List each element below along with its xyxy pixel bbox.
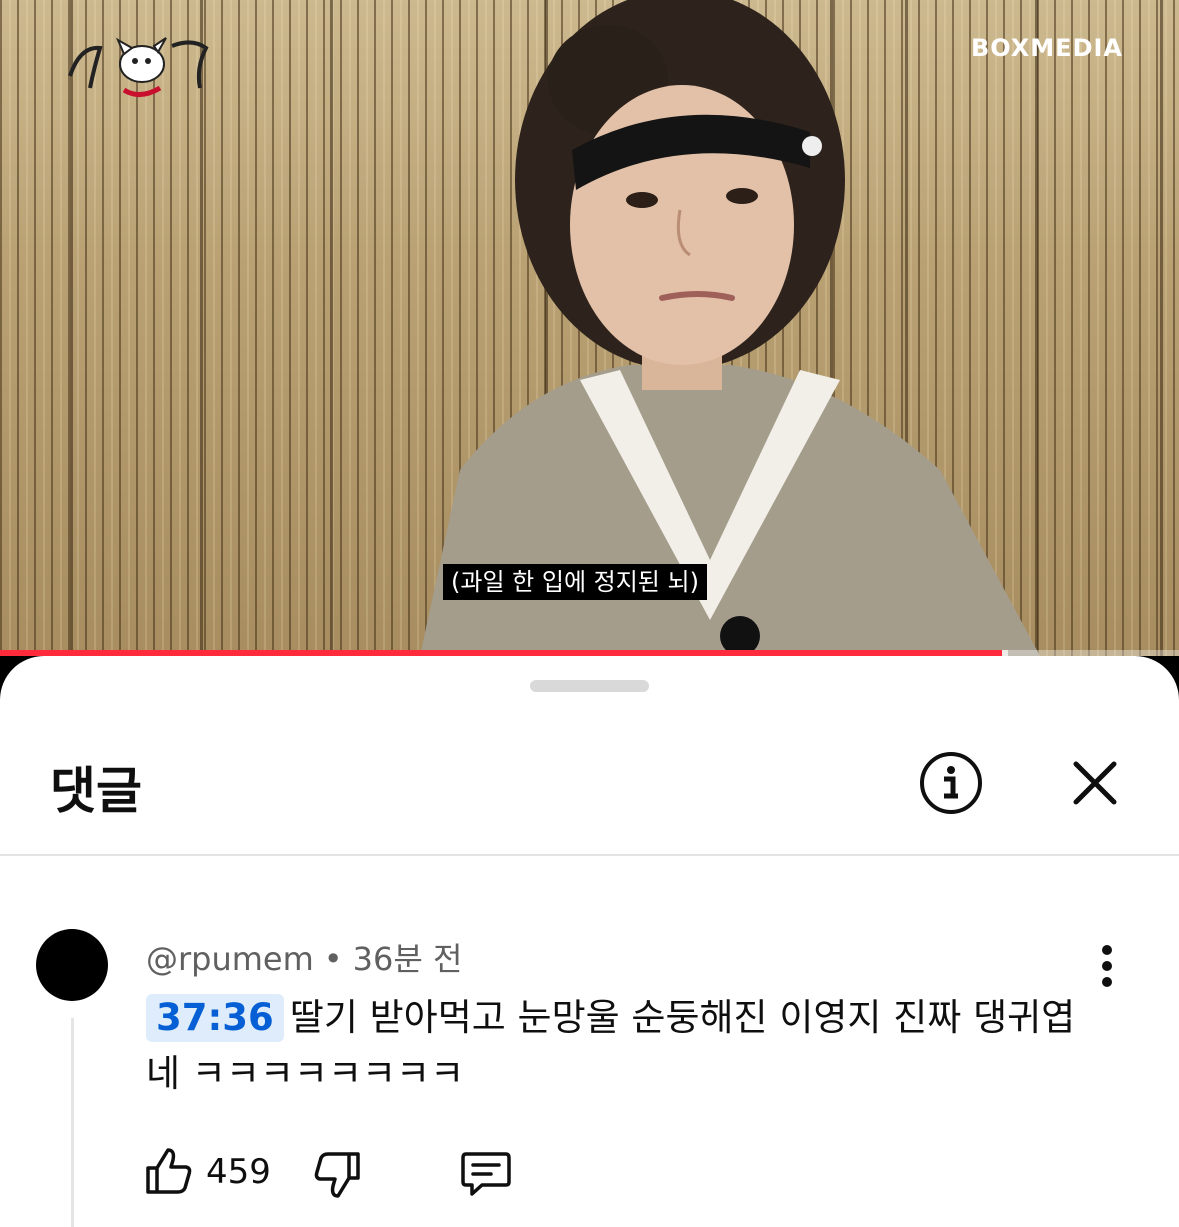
divider: [0, 854, 1179, 856]
thumbs-down-icon[interactable]: [312, 1150, 362, 1200]
thumbs-up-icon[interactable]: [144, 1146, 194, 1196]
blind-slat: [330, 0, 333, 656]
more-vertical-icon[interactable]: [1090, 944, 1124, 988]
comment-author[interactable]: @rpumem: [146, 940, 314, 978]
timestamp-link[interactable]: 37:36: [146, 994, 284, 1042]
thread-line: [71, 1018, 74, 1227]
channel-logo: [68, 37, 209, 97]
comment-time: 36분 전: [352, 940, 463, 978]
video-subtitle: (과일 한 입에 정지된 뇌): [443, 564, 707, 600]
reply-icon[interactable]: [460, 1150, 512, 1198]
close-icon[interactable]: [1070, 758, 1120, 808]
video-player[interactable]: BOXMEDIA (과일 한 입에 정지된 뇌): [0, 0, 1179, 656]
comments-sheet: 댓글 @rpumem • 36분 전 37:36 딸기 받아먹고 눈망울 순둥해진 이…: [0, 656, 1179, 1227]
person-figure: [420, 0, 1040, 656]
drag-handle[interactable]: [530, 680, 649, 692]
sheet-title: 댓글: [50, 762, 142, 820]
meta-separator: •: [323, 940, 343, 978]
comment-meta: @rpumem • 36분 전: [146, 934, 462, 980]
like-count: 459: [206, 1152, 271, 1192]
comment-text: 딸기 받아먹고 눈망울 순둥해진 이영지 진짜 댕귀엽네 ㅋㅋㅋㅋㅋㅋㅋㅋ: [146, 996, 1076, 1095]
info-icon[interactable]: [918, 750, 984, 816]
comment-body: 37:36 딸기 받아먹고 눈망울 순둥해진 이영지 진짜 댕귀엽네 ㅋㅋㅋㅋㅋㅋ…: [146, 990, 1106, 1102]
blind-slat: [1160, 0, 1163, 656]
avatar[interactable]: [36, 929, 108, 1001]
